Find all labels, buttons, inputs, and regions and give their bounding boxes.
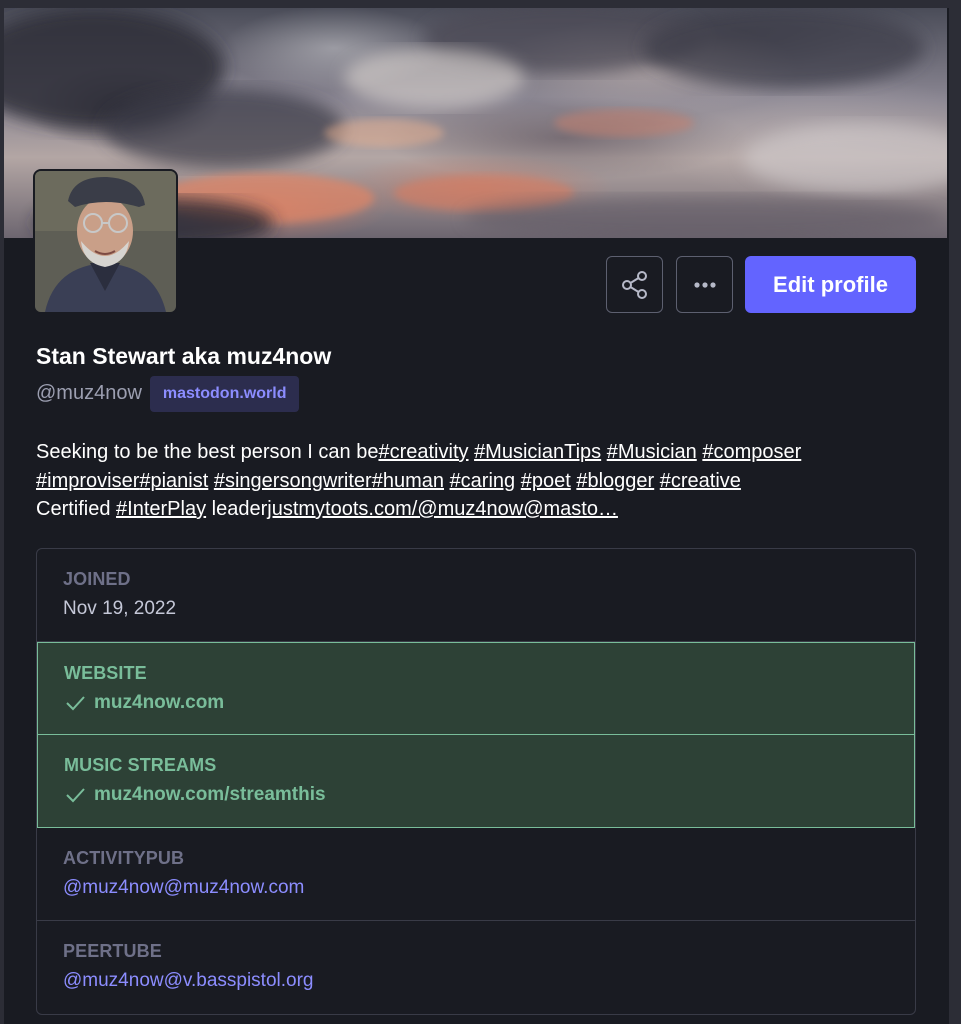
display-name: Stan Stewart aka muz4now: [36, 343, 332, 369]
share-icon: [621, 270, 647, 299]
more-options-button[interactable]: [676, 256, 733, 313]
field-peertube: PEERTUBE @muz4now@v.basspistol.org: [37, 921, 915, 1014]
bio-text: Certified: [36, 498, 117, 520]
hashtag-link[interactable]: #MusicianTips: [474, 441, 601, 463]
field-value: @muz4now@v.basspistol.org: [63, 970, 915, 992]
field-joined: JOINED Nov 19, 2022: [37, 549, 915, 642]
bio-external-link[interactable]: justmytoots.com/@muz4now@masto…: [267, 498, 618, 520]
bio-text: Seeking to be the best person I can be: [36, 441, 379, 463]
field-label: PEERTUBE: [63, 941, 162, 961]
bio-text: leader: [206, 498, 268, 520]
field-label: ACTIVITYPUB: [63, 848, 185, 868]
activitypub-link[interactable]: @muz4now@muz4now.com: [63, 877, 304, 899]
verified-check-icon: [66, 788, 85, 803]
field-value: muz4now.com: [64, 692, 914, 714]
hashtag-link[interactable]: #improviser: [36, 470, 139, 492]
profile-fields-table: JOINED Nov 19, 2022 WEBSITE muz4now.com …: [36, 548, 916, 1015]
hashtag-link[interactable]: #creative: [660, 470, 741, 492]
edit-profile-button[interactable]: Edit profile: [745, 256, 916, 313]
hashtag-link[interactable]: #poet: [521, 470, 571, 492]
field-label: MUSIC STREAMS: [64, 755, 217, 775]
hashtag-link[interactable]: #Musician: [607, 441, 697, 463]
website-link[interactable]: muz4now.com: [94, 692, 224, 714]
profile-bio: Seeking to be the best person I can be#c…: [36, 438, 916, 524]
more-icon: [693, 281, 716, 288]
avatar[interactable]: [33, 169, 178, 314]
field-activitypub: ACTIVITYPUB @muz4now@muz4now.com: [37, 828, 915, 921]
username: @muz4now: [36, 382, 142, 404]
field-value: muz4now.com/streamthis: [64, 784, 914, 806]
avatar-portrait-image: [35, 171, 176, 312]
hashtag-link[interactable]: #blogger: [576, 470, 654, 492]
field-value-text: Nov 19, 2022: [63, 598, 177, 619]
account-handle-row: @muz4now mastodon.world: [36, 375, 300, 412]
field-website: WEBSITE muz4now.com: [37, 642, 915, 735]
server-badge[interactable]: mastodon.world: [149, 375, 300, 412]
peertube-link[interactable]: @muz4now@v.basspistol.org: [63, 970, 314, 992]
field-value: Nov 19, 2022: [63, 598, 915, 620]
hashtag-link[interactable]: #human: [372, 470, 444, 492]
field-music-streams: MUSIC STREAMS muz4now.com/streamthis: [37, 735, 915, 828]
verified-check-icon: [66, 696, 85, 711]
hashtag-link[interactable]: #singersongwriter: [214, 470, 372, 492]
hashtag-link[interactable]: #composer: [702, 441, 801, 463]
field-label: JOINED: [63, 569, 131, 589]
field-value: @muz4now@muz4now.com: [63, 877, 915, 899]
share-button[interactable]: [606, 256, 663, 313]
hashtag-link[interactable]: #caring: [450, 470, 516, 492]
field-label: WEBSITE: [64, 663, 147, 683]
hashtag-link[interactable]: #InterPlay: [116, 498, 206, 520]
hashtag-link[interactable]: #creativity: [378, 441, 468, 463]
music-streams-link[interactable]: muz4now.com/streamthis: [94, 784, 326, 806]
hashtag-link[interactable]: #pianist: [139, 470, 208, 492]
